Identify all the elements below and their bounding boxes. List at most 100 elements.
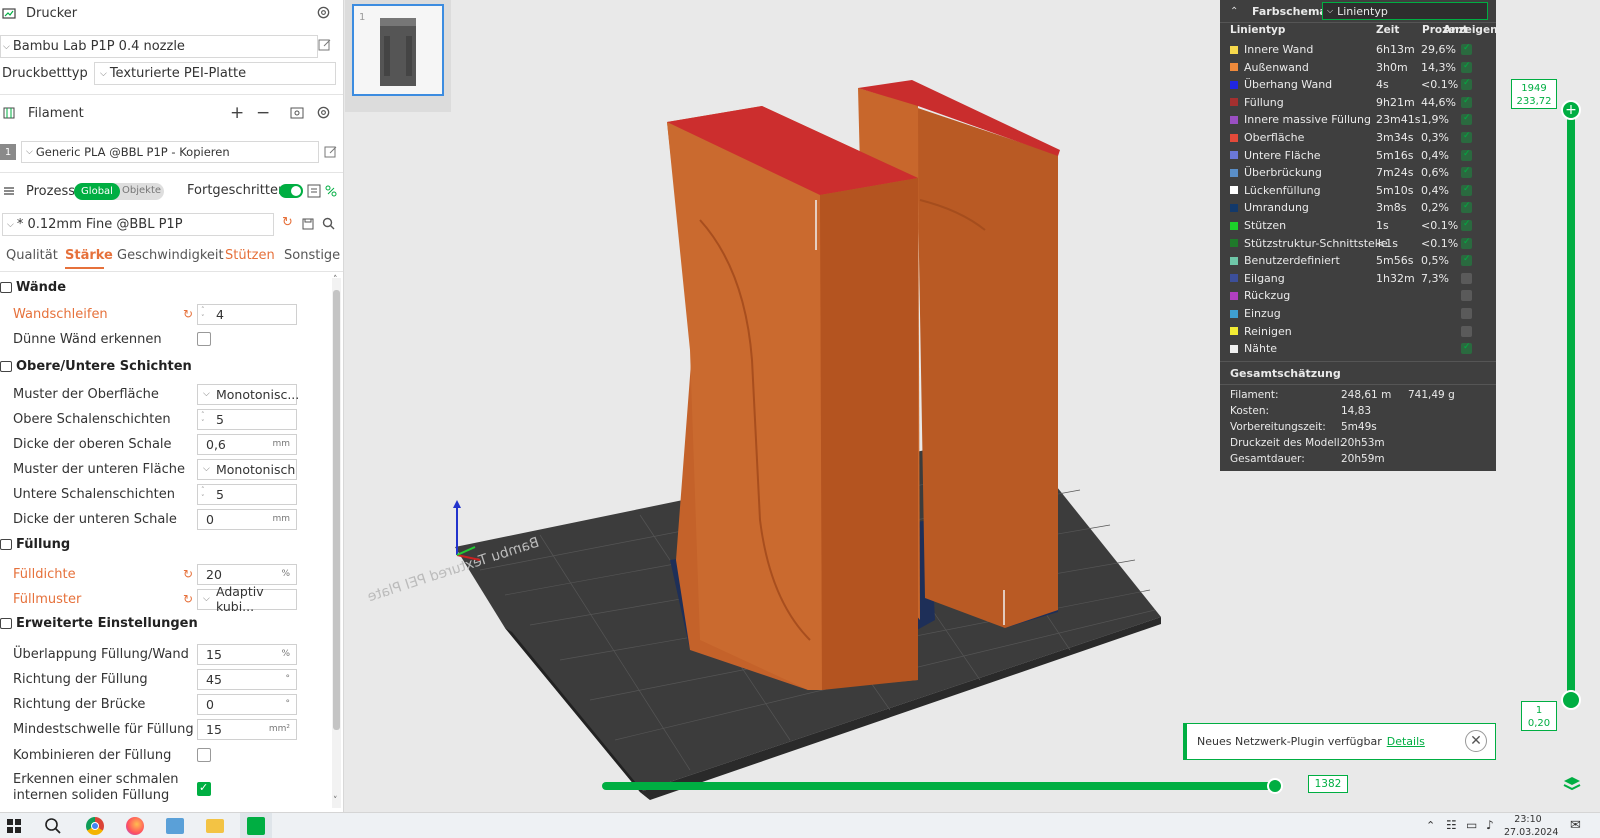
search-icon[interactable] <box>44 817 62 835</box>
legend-row[interactable]: Stützstruktur-Schnittstelle <1s <0.1% <box>1230 235 1492 252</box>
network-icon[interactable]: ☷ <box>1446 818 1457 832</box>
legend-row[interactable]: Einzug <box>1230 305 1492 322</box>
legend-row-visibility-checkbox[interactable] <box>1461 325 1472 337</box>
overlap-input[interactable]: 15% <box>197 643 297 665</box>
close-icon[interactable]: ✕ <box>1465 730 1487 752</box>
tab-quality[interactable]: Qualität <box>6 248 58 263</box>
bottom-thickness-input[interactable]: 0 mm <box>197 508 297 530</box>
legend-row-visibility-checkbox[interactable] <box>1461 219 1472 231</box>
tab-support[interactable]: Stützen <box>225 248 275 263</box>
combine-checkbox[interactable] <box>197 748 211 762</box>
infill-pattern-select[interactable]: Adaptiv kubi... <box>197 584 297 614</box>
legend-row-visibility-checkbox[interactable] <box>1461 166 1472 179</box>
top-pattern-select[interactable]: Monotonisc... <box>197 383 299 405</box>
scroll-up-icon[interactable]: ˄ <box>333 275 338 285</box>
layer-slider[interactable]: + <box>1561 100 1581 710</box>
legend-row-visibility-checkbox[interactable] <box>1461 96 1472 108</box>
bridge-direction-input[interactable]: 0 ° <box>197 693 297 715</box>
legend-row[interactable]: Überhang Wand 4s <0.1% <box>1230 76 1492 93</box>
infill-direction-input[interactable]: 45 ° <box>197 668 297 690</box>
legend-row-visibility-checkbox[interactable] <box>1461 290 1472 302</box>
legend-row-visibility-checkbox[interactable] <box>1461 149 1472 161</box>
min-threshold-input[interactable]: 15 mm² <box>197 718 297 740</box>
legend-row-visibility-checkbox[interactable] <box>1461 78 1472 91</box>
top-thickness-input[interactable]: 0,6 mm <box>197 433 297 455</box>
narrow-solid-checkbox[interactable] <box>197 781 211 796</box>
legend-row-visibility-checkbox[interactable] <box>1461 131 1472 143</box>
legend-row-visibility-checkbox[interactable] <box>1461 43 1472 55</box>
thin-walls-checkbox[interactable] <box>197 332 211 346</box>
legend-row[interactable]: Innere massive Füllung 23m41s 1,9% <box>1230 111 1492 128</box>
bottom-layers-input[interactable]: ˄ ˅ 5 <box>197 483 297 505</box>
gear-icon[interactable] <box>316 105 331 120</box>
scheme-select[interactable]: ⌵ Linientyp <box>1322 2 1488 20</box>
legend-row-visibility-checkbox[interactable] <box>1461 237 1472 249</box>
reset-icon[interactable]: ↻ <box>183 567 193 581</box>
top-layers-input[interactable]: ˄ ˅ 5 <box>197 408 297 430</box>
printer-select[interactable]: ⌵ Bambu Lab P1P 0.4 nozzle <box>0 35 318 58</box>
app-icon[interactable] <box>166 818 184 834</box>
legend-row[interactable]: Außenwand 3h0m 14,3% <box>1230 59 1492 76</box>
bed-type-select[interactable]: ⌵ Texturierte PEI-Platte <box>94 62 336 85</box>
legend-row[interactable]: Nähte <box>1230 340 1492 357</box>
advanced-switch[interactable] <box>279 184 303 198</box>
legend-row-visibility-checkbox[interactable] <box>1461 342 1472 355</box>
global-objects-toggle[interactable]: Global Objekte <box>74 183 164 200</box>
legend-row[interactable]: Überbrückung 7m24s 0,6% <box>1230 164 1492 181</box>
legend-row[interactable]: Untere Fläche 5m16s 0,4% <box>1230 147 1492 164</box>
spinner-icon[interactable]: ˄ ˅ <box>201 306 205 322</box>
volume-icon[interactable]: ♪ <box>1486 818 1494 832</box>
wall-loops-input[interactable]: ˄ ˅ 4 <box>197 303 297 325</box>
legend-row[interactable]: Eilgang 1h32m 7,3% <box>1230 270 1492 287</box>
spinner-icon[interactable]: ˄ ˅ <box>201 486 205 502</box>
tab-strength[interactable]: Stärke <box>65 248 113 263</box>
reset-icon[interactable]: ↻ <box>183 592 193 606</box>
edit-icon[interactable] <box>324 145 338 159</box>
file-explorer-icon[interactable] <box>206 819 224 833</box>
tray-chevron-icon[interactable]: ⌃ <box>1426 819 1435 832</box>
legend-row-visibility-checkbox[interactable] <box>1461 61 1472 73</box>
move-slider[interactable] <box>602 778 1283 794</box>
windows-start-icon[interactable] <box>6 818 22 834</box>
legend-row[interactable]: Oberfläche 3m34s 0,3% <box>1230 129 1492 146</box>
display-icon[interactable]: ▭ <box>1466 818 1477 832</box>
legend-row[interactable]: Umrandung 3m8s 0,2% <box>1230 199 1492 216</box>
legend-row-visibility-checkbox[interactable] <box>1461 201 1472 214</box>
layers-icon[interactable] <box>1563 776 1581 792</box>
bambu-studio-taskbar-icon[interactable] <box>240 813 272 838</box>
notifications-icon[interactable]: ✉ <box>1570 818 1581 833</box>
legend-row[interactable]: Füllung 9h21m 44,6% <box>1230 94 1492 111</box>
legend-row[interactable]: Stützen 1s <0.1% <box>1230 217 1492 234</box>
infill-density-input[interactable]: 20% <box>197 563 297 585</box>
legend-row-visibility-checkbox[interactable] <box>1461 308 1472 319</box>
reset-icon[interactable]: ↻ <box>282 215 293 230</box>
legend-row[interactable]: Rückzug <box>1230 287 1492 304</box>
layer-slider-bottom-thumb[interactable] <box>1561 690 1581 710</box>
toggle-global[interactable]: Global <box>74 183 120 200</box>
legend-row[interactable]: Innere Wand 6h13m 29,6% <box>1230 41 1492 58</box>
tab-others[interactable]: Sonstige <box>284 248 340 263</box>
chrome-icon[interactable] <box>86 817 104 835</box>
firefox-icon[interactable] <box>126 817 144 835</box>
spinner-icon[interactable]: ˄ ˅ <box>201 411 205 427</box>
legend-row[interactable]: Benutzerdefiniert 5m56s 0,5% <box>1230 252 1492 269</box>
search-icon[interactable] <box>322 217 335 230</box>
compare-icon[interactable] <box>324 184 338 198</box>
bottom-pattern-select[interactable]: Monotonisch <box>197 458 297 480</box>
scroll-down-icon[interactable]: ˅ <box>333 796 338 806</box>
legend-row-visibility-checkbox[interactable] <box>1461 113 1472 126</box>
clock[interactable]: 23:10 27.03.2024 <box>1504 813 1558 838</box>
legend-row-visibility-checkbox[interactable] <box>1461 254 1472 267</box>
filament-select[interactable]: ⌵ Generic PLA @BBL P1P - Kopieren <box>21 141 319 163</box>
collapse-icon[interactable]: ⌃ <box>1230 6 1238 17</box>
legend-row[interactable]: Lückenfüllung 5m10s 0,4% <box>1230 182 1492 199</box>
notification-details-link[interactable]: Details <box>1387 735 1425 748</box>
edit-icon[interactable] <box>318 38 332 52</box>
move-slider-thumb[interactable] <box>1267 778 1283 794</box>
process-preset-select[interactable]: ⌵ * 0.12mm Fine @BBL P1P <box>2 213 274 236</box>
settings-scrollbar[interactable]: ˄ ˅ <box>332 275 341 808</box>
gear-icon[interactable] <box>316 5 331 20</box>
toggle-objects-label[interactable]: Objekte <box>122 185 161 196</box>
add-icon[interactable]: + <box>230 103 244 123</box>
tab-speed[interactable]: Geschwindigkeit <box>117 248 224 263</box>
